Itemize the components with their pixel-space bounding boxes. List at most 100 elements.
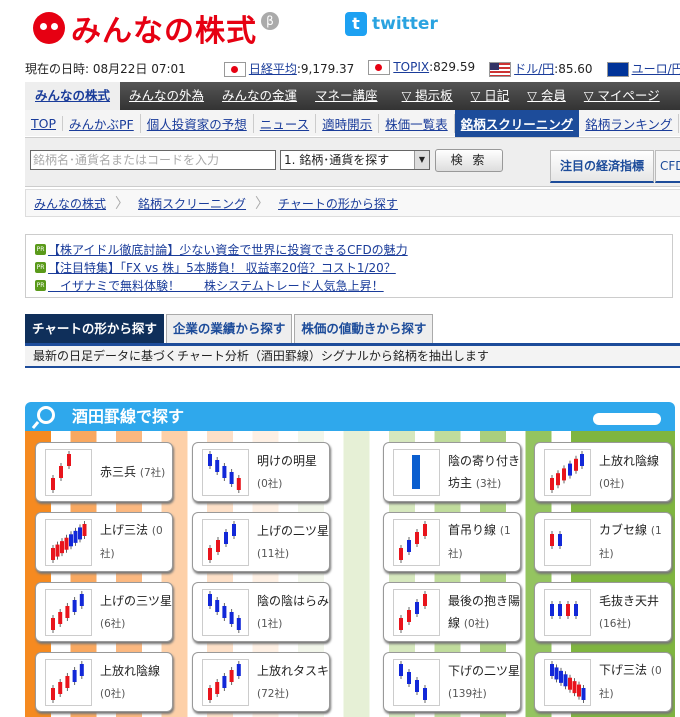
search-button[interactable]: 検 索 bbox=[435, 149, 503, 172]
pattern-label: 上げの三ツ星 (6社) bbox=[100, 593, 173, 630]
chevron-right-icon: 〉 bbox=[255, 196, 270, 212]
pattern-card[interactable]: 上げの三ツ星 (6社) bbox=[35, 582, 173, 642]
candlestick-icon bbox=[45, 448, 92, 496]
pattern-card[interactable]: 明けの明星 (0社) bbox=[192, 442, 330, 502]
pattern-card[interactable]: 上放れ陰線 (0社) bbox=[534, 442, 672, 502]
ticker-item: ユーロ/円 bbox=[606, 60, 680, 77]
pr-link[interactable]: 【注目特集】「FX vs 株」5本勝負！ 収益率20倍？コスト1/20？ bbox=[48, 259, 396, 276]
candlestick-icon bbox=[202, 588, 249, 636]
candlestick-icon bbox=[544, 658, 591, 706]
tab-economic-indicators[interactable]: 注目の経済指標 bbox=[550, 150, 654, 183]
pattern-label: 陰の寄り付き坊主 (3社) bbox=[448, 453, 521, 490]
pattern-card[interactable]: 下げの二ツ星 (139社) bbox=[383, 652, 521, 712]
pattern-card[interactable]: 陰の陰はらみ (1社) bbox=[192, 582, 330, 642]
candlestick-icon bbox=[45, 518, 92, 566]
pattern-card[interactable]: 下げ三法 (0社) bbox=[534, 652, 672, 712]
candlestick-icon bbox=[393, 588, 440, 636]
pr-icon: PR bbox=[35, 261, 46, 273]
pattern-card[interactable]: 赤三兵 (7社) bbox=[35, 442, 173, 502]
ticker-item: ドル/円:85.60 bbox=[489, 60, 593, 77]
candlestick-icon bbox=[202, 518, 249, 566]
nav-dropdown[interactable]: ▽ 掲示板 bbox=[393, 82, 462, 110]
pr-icon: PR bbox=[35, 243, 46, 255]
pattern-card[interactable]: 上放れタスキ (72社) bbox=[192, 652, 330, 712]
nav-item[interactable]: みんなの株式 bbox=[25, 82, 121, 110]
ticker-link[interactable]: ドル/円 bbox=[514, 62, 554, 76]
subnav-item[interactable]: TOP bbox=[25, 115, 64, 131]
pattern-card[interactable]: 上放れ陰線 (0社) bbox=[35, 652, 173, 712]
pattern-card[interactable]: 上げの二ツ星 (11社) bbox=[192, 512, 330, 572]
pattern-card[interactable]: カブセ線 (1社) bbox=[534, 512, 672, 572]
nav-item[interactable]: マネー講座 bbox=[306, 82, 387, 110]
sakata-panel: 酒田罫線で探す 赤三兵 (7社) 明けの明星 (0社) 陰の寄り付き坊主 (3社) 上… bbox=[25, 402, 675, 717]
pr-link[interactable]: 【株アイドル徹底討論】少ない資金で世界に投資できるCFDの魅力 bbox=[48, 241, 408, 258]
pattern-card[interactable]: 陰の寄り付き坊主 (3社) bbox=[383, 442, 521, 502]
pattern-card[interactable]: 上げ三法 (0社) bbox=[35, 512, 173, 572]
panel-header-pill bbox=[593, 413, 661, 425]
pattern-label: 陰の陰はらみ (1社) bbox=[257, 593, 330, 630]
ticker-link[interactable]: ユーロ/円 bbox=[632, 62, 680, 76]
subnav-item[interactable]: 株価一覧表 bbox=[379, 113, 455, 133]
subnav-item[interactable]: 銘柄ランキング bbox=[579, 113, 680, 133]
chevron-right-icon: 〉 bbox=[115, 196, 130, 212]
ticker-item: 日経平均:9,179.37 bbox=[223, 60, 354, 77]
pattern-label: 上放れ陰線 (0社) bbox=[100, 663, 161, 700]
subnav-item[interactable]: 個人投資家の予想 bbox=[141, 113, 254, 133]
pr-link[interactable]: イザナミで無料体験！ 株システムトレード人気急上昇！ bbox=[48, 277, 384, 294]
pattern-label: 首吊り線 (1社) bbox=[448, 523, 511, 560]
pr-box: PR 【株アイドル徹底討論】少ない資金で世界に投資できるCFDの魅力 PR 【注目特… bbox=[25, 234, 673, 298]
candlestick-icon bbox=[393, 658, 440, 706]
logo-text: みんなの株式 bbox=[71, 14, 257, 49]
ticker-link[interactable]: TOPIX bbox=[393, 60, 429, 74]
ticker-link[interactable]: 日経平均 bbox=[249, 62, 297, 76]
nav-item[interactable]: みんなの外為 bbox=[120, 82, 213, 110]
japan-flag-icon bbox=[368, 60, 391, 75]
candlestick-icon bbox=[544, 448, 591, 496]
twitter-link[interactable]: t twitter bbox=[345, 12, 438, 36]
pattern-card[interactable]: 首吊り線 (1社) bbox=[383, 512, 521, 572]
subnav-item-active[interactable]: 銘柄スクリーニング bbox=[454, 109, 580, 137]
breadcrumb-link[interactable]: 銘柄スクリーニング bbox=[138, 195, 246, 212]
tab-performance[interactable]: 企業の業績から探す bbox=[165, 314, 293, 343]
breadcrumb-link[interactable]: みんなの株式 bbox=[34, 195, 106, 212]
pattern-label: 上げ三法 (0社) bbox=[100, 523, 163, 560]
subnav-item[interactable]: 適時開示 bbox=[316, 113, 380, 133]
tab-chart-shape[interactable]: チャートの形から探す bbox=[25, 314, 164, 343]
candlestick-icon bbox=[45, 588, 92, 636]
eu-flag-icon bbox=[606, 62, 629, 77]
market-ticker: 現在の日時: 08月22日 07:01 日経平均:9,179.37 TOPIX:… bbox=[25, 60, 680, 77]
search-input[interactable]: 銘柄名･通貨名またはコードを入力 bbox=[30, 150, 276, 170]
search-type-select[interactable]: 1. 銘柄･通貨を探す ▼ bbox=[280, 150, 430, 170]
pattern-label: 上げの二ツ星 (11社) bbox=[257, 523, 330, 560]
twitter-icon: t bbox=[345, 12, 367, 36]
pattern-label: 赤三兵 (7社) bbox=[100, 464, 166, 479]
candlestick-icon bbox=[544, 518, 591, 566]
nav-item[interactable]: みんなの金運 bbox=[213, 82, 306, 110]
candlestick-icon bbox=[45, 658, 92, 706]
twitter-label: twitter bbox=[372, 14, 438, 34]
tab-description: 最新の日足データに基づくチャート分析（酒田罫線）シグナルから銘柄を抽出します bbox=[25, 343, 680, 368]
tab-cfd[interactable]: CFD bbox=[655, 150, 680, 183]
breadcrumb-link[interactable]: チャートの形から探す bbox=[278, 195, 398, 212]
beta-badge: β bbox=[261, 12, 279, 30]
candlestick-icon bbox=[202, 658, 249, 706]
pattern-label: 下げ三法 (0社) bbox=[599, 663, 662, 700]
subnav-item[interactable]: ニュース bbox=[254, 113, 317, 133]
candlestick-icon bbox=[202, 448, 249, 496]
japan-flag-icon bbox=[223, 62, 246, 77]
pattern-label: 上放れタスキ (72社) bbox=[257, 663, 330, 700]
panel-header: 酒田罫線で探す bbox=[25, 402, 675, 431]
nav-dropdown[interactable]: ▽ 日記 bbox=[462, 82, 519, 110]
nav-dropdown[interactable]: ▽ 会員 bbox=[518, 82, 575, 110]
pattern-card[interactable]: 最後の抱き陽線 (0社) bbox=[383, 582, 521, 642]
site-logo[interactable]: みんなの株式 β bbox=[33, 6, 279, 50]
subnav-item[interactable]: みんかぶPF bbox=[63, 113, 141, 133]
pattern-label: 上放れ陰線 (0社) bbox=[599, 453, 660, 490]
panel-title: 酒田罫線で探す bbox=[72, 407, 185, 426]
search-icon bbox=[37, 406, 55, 424]
tab-price-movement[interactable]: 株価の値動きから探す bbox=[294, 314, 434, 343]
pattern-label: カブセ線 (1社) bbox=[599, 523, 662, 560]
pattern-card[interactable]: 毛抜き天井 (16社) bbox=[534, 582, 672, 642]
search-bar: 銘柄名･通貨名またはコードを入力 1. 銘柄･通貨を探す ▼ 検 索 注目の経済指… bbox=[25, 137, 680, 187]
nav-dropdown[interactable]: ▽ マイページ bbox=[575, 82, 669, 110]
